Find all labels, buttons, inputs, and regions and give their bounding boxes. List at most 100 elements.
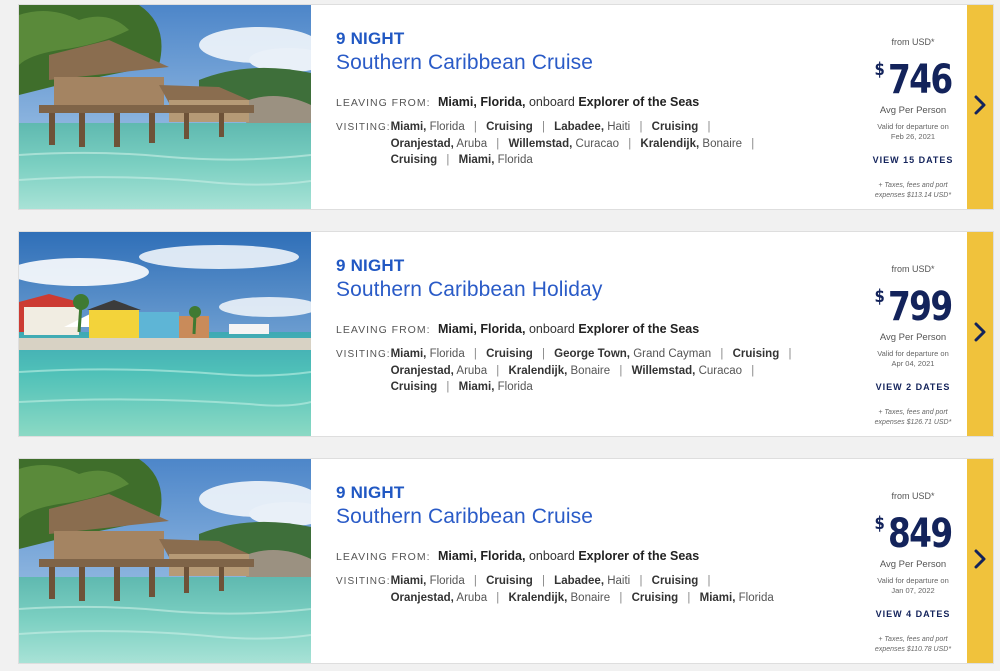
- cruise-card[interactable]: 9 NIGHT Southern Caribbean Cruise LEAVIN…: [18, 4, 994, 210]
- price-block: from USD* $799 Avg Per Person Valid for …: [859, 232, 967, 436]
- cruise-photo[interactable]: [19, 232, 311, 436]
- tax-line-1: + Taxes, fees and port: [878, 409, 948, 416]
- visiting-label: VISITING:: [336, 122, 391, 133]
- port-name: Willemstad,: [508, 137, 573, 150]
- nights-label: 9 NIGHT: [336, 256, 405, 275]
- valid-label: Valid for departure on: [877, 576, 949, 585]
- tax-line-2: expenses $126.71 USD*: [874, 418, 952, 426]
- cruise-title[interactable]: Southern Caribbean Cruise: [336, 50, 859, 76]
- valid-departure: Valid for departure on Apr 04, 2021: [859, 349, 967, 369]
- leaving-from: LEAVING FROM: Miami, Florida, onboard Ex…: [336, 320, 859, 339]
- cruise-photo[interactable]: [19, 5, 311, 209]
- port-separator: |: [619, 591, 623, 604]
- leaving-from-label: LEAVING FROM:: [336, 324, 431, 336]
- leaving-from: LEAVING FROM: Miami, Florida, onboard Ex…: [336, 547, 859, 566]
- cruise-card[interactable]: 9 NIGHT Southern Caribbean Holiday LEAVI…: [18, 231, 994, 437]
- port-region: Aruba: [456, 591, 488, 604]
- price-value: 799: [888, 284, 953, 330]
- port-name: Miami,: [699, 591, 736, 604]
- port-name: Cruising: [486, 348, 533, 360]
- port-name: Oranjestad,: [390, 137, 454, 150]
- tax-line-2: expenses $110.78 USD*: [874, 645, 952, 653]
- port-separator: |: [541, 121, 545, 133]
- port-item: Willemstad, Curacao: [632, 365, 742, 377]
- port-name: Miami,: [458, 381, 495, 393]
- port-name: Labadee,: [554, 575, 605, 587]
- port-separator: |: [473, 121, 477, 133]
- port-separator: |: [496, 364, 500, 377]
- port-name: Cruising: [732, 348, 780, 360]
- port-name: Oranjestad,: [390, 364, 454, 377]
- port-separator: |: [446, 381, 450, 393]
- tax-line-1: + Taxes, fees and port: [878, 636, 948, 643]
- valid-date: Apr 04, 2021: [891, 359, 935, 368]
- port-separator: |: [541, 348, 545, 360]
- port-name: Kralendijk,: [508, 591, 568, 604]
- port-separator: |: [751, 364, 755, 377]
- port-separator: |: [496, 137, 500, 150]
- view-dates-link[interactable]: VIEW 2 DATES: [859, 382, 967, 392]
- port-item: Cruising: [652, 575, 699, 587]
- port-item: Cruising: [486, 121, 533, 133]
- port-separator: |: [720, 348, 724, 360]
- port-separator: |: [473, 348, 477, 360]
- port-region: Haiti: [607, 575, 631, 587]
- port-name: Miami,: [458, 154, 495, 166]
- port-item: Miami, Florida: [391, 348, 465, 360]
- port-name: Cruising: [486, 121, 533, 133]
- next-button[interactable]: [967, 5, 993, 209]
- departure-port: Miami, Florida,: [437, 549, 526, 563]
- port-separator: |: [628, 137, 632, 150]
- port-name: Miami,: [390, 121, 427, 133]
- valid-departure: Valid for departure on Feb 26, 2021: [859, 122, 967, 142]
- port-separator: |: [707, 121, 711, 133]
- next-button[interactable]: [967, 459, 993, 663]
- port-item: Miami, Florida: [700, 592, 774, 604]
- port-item: Oranjestad, Aruba: [391, 138, 488, 150]
- cruise-title[interactable]: Southern Caribbean Holiday: [336, 277, 859, 303]
- cruise-photo[interactable]: [19, 459, 311, 663]
- port-name: Miami,: [390, 575, 427, 587]
- port-region: Grand Cayman: [633, 348, 712, 360]
- port-item: Cruising: [486, 348, 533, 360]
- port-separator: |: [473, 575, 477, 587]
- valid-date: Jan 07, 2022: [891, 586, 935, 595]
- port-name: Cruising: [390, 154, 438, 166]
- view-dates-link[interactable]: VIEW 15 DATES: [859, 155, 967, 165]
- price-block: from USD* $849 Avg Per Person Valid for …: [859, 459, 967, 663]
- port-region: Curacao: [698, 364, 743, 377]
- port-item: Miami, Florida: [391, 575, 465, 587]
- avg-per-person: Avg Per Person: [879, 105, 947, 116]
- chevron-right-icon: [974, 549, 986, 574]
- port-separator: |: [619, 364, 623, 377]
- port-item: Cruising: [733, 348, 780, 360]
- port-separator: |: [639, 575, 643, 587]
- cruise-info: 9 NIGHT Southern Caribbean Holiday LEAVI…: [311, 232, 859, 436]
- port-item: Oranjestad, Aruba: [391, 365, 488, 377]
- port-region: Haiti: [607, 121, 631, 133]
- port-item: Cruising: [486, 575, 533, 587]
- port-item: Cruising: [652, 121, 699, 133]
- port-separator: |: [496, 591, 500, 604]
- from-label: from USD*: [891, 264, 935, 274]
- port-item: Willemstad, Curacao: [509, 138, 619, 150]
- view-dates-link[interactable]: VIEW 4 DATES: [859, 609, 967, 619]
- next-button[interactable]: [967, 232, 993, 436]
- port-item: Cruising: [632, 592, 679, 604]
- cruise-title[interactable]: Southern Caribbean Cruise: [336, 504, 859, 530]
- port-region: Bonaire: [570, 591, 611, 604]
- tax-note: + Taxes, fees and port expenses $126.71 …: [859, 408, 967, 427]
- port-separator: |: [751, 137, 755, 150]
- port-list: Miami, Florida | Cruising | George Town,…: [391, 346, 801, 396]
- avg-per-person: Avg Per Person: [879, 332, 947, 343]
- port-name: Willemstad,: [631, 364, 696, 377]
- port-region: Bonaire: [702, 137, 743, 150]
- price-amount: $799: [869, 276, 958, 328]
- ship-name: Explorer of the Seas: [578, 95, 700, 109]
- valid-departure: Valid for departure on Jan 07, 2022: [859, 576, 967, 596]
- cruise-card[interactable]: 9 NIGHT Southern Caribbean Cruise LEAVIN…: [18, 458, 994, 664]
- port-region: Curacao: [575, 137, 619, 150]
- departure-port: Miami, Florida,: [437, 95, 526, 109]
- tax-note: + Taxes, fees and port expenses $113.14 …: [859, 181, 967, 200]
- price-amount: $849: [869, 503, 958, 555]
